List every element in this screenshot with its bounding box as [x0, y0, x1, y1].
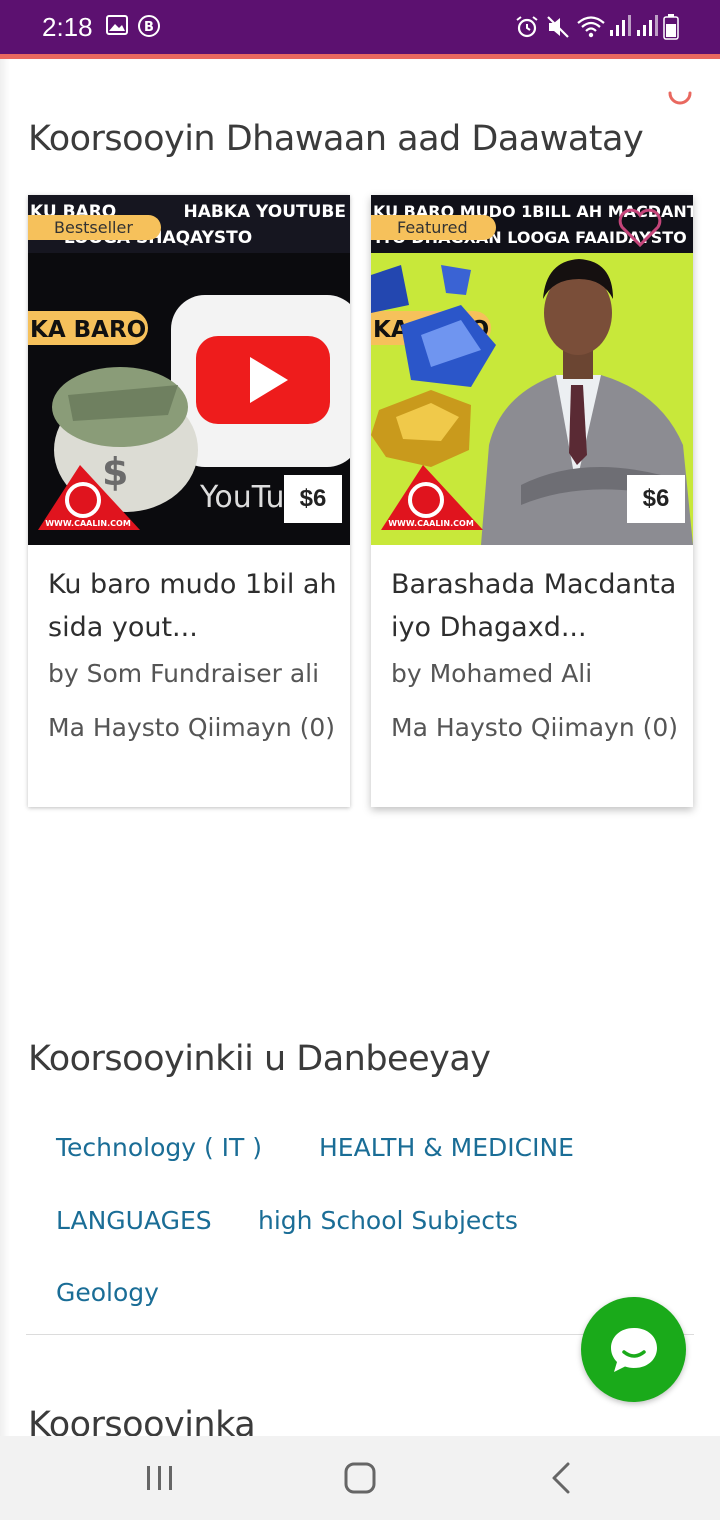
thumb-logo-text: WWW.CAALIN.COM — [45, 519, 131, 528]
b-icon: B — [138, 15, 160, 37]
system-nav-bar — [0, 1436, 720, 1520]
section-title-next: Koorsoovinka — [28, 1405, 256, 1436]
thumb-logo-text: WWW.CAALIN.COM — [388, 519, 474, 528]
status-bar: 2:18 B — [0, 0, 720, 54]
course-author: by Mohamed Ali — [391, 659, 593, 688]
category-link-high-school[interactable]: high School Subjects — [258, 1206, 518, 1235]
loading-spinner-icon — [668, 91, 692, 105]
course-price: $6 — [284, 475, 342, 523]
signal-icon — [610, 15, 631, 36]
course-card[interactable]: KU BARO MUDO 1BILL AH MACDANTA IYO DHAGX… — [371, 195, 693, 807]
mute-icon — [547, 16, 569, 38]
status-time: 2:18 — [42, 12, 93, 42]
course-rating: Ma Haysto Qiimayn (0) — [391, 713, 679, 742]
section-title-categories: Koorsooyinkii u Danbeeyay — [28, 1039, 491, 1079]
category-link-health[interactable]: HEALTH & MEDICINE — [319, 1133, 574, 1162]
wishlist-heart-icon[interactable] — [616, 207, 664, 249]
thumb-brand: YouTu — [199, 480, 285, 515]
course-author: by Som Fundraiser ali — [48, 659, 320, 688]
bestseller-badge: Bestseller — [28, 215, 161, 240]
course-rating: Ma Haysto Qiimayn (0) — [48, 713, 336, 742]
thumb-banner-right: HABKA YOUTUBE — [183, 202, 346, 222]
course-title[interactable]: Barashada Macdanta iyo Dhagaxd... — [391, 563, 681, 649]
course-price: $6 — [627, 475, 685, 523]
svg-text:$: $ — [102, 450, 128, 494]
recents-icon[interactable] — [140, 1460, 180, 1496]
image-icon — [106, 15, 128, 35]
featured-badge: Featured — [371, 215, 496, 240]
svg-text:B: B — [144, 20, 154, 35]
category-link-technology[interactable]: Technology ( IT ) — [56, 1133, 262, 1162]
course-thumbnail[interactable]: KU BARO HABKA YOUTUBE LOOGA SHAQAYSTO KA… — [28, 195, 350, 545]
wifi-icon — [577, 16, 605, 38]
battery-icon — [663, 14, 679, 40]
signal-icon — [637, 15, 658, 36]
course-title[interactable]: Ku baro mudo 1bil ah sida yout... — [48, 563, 338, 649]
alarm-icon — [516, 16, 538, 38]
back-icon[interactable] — [542, 1460, 582, 1496]
scroll-edge — [0, 59, 10, 1436]
category-link-geology[interactable]: Geology — [56, 1278, 159, 1307]
category-link-languages[interactable]: LANGUAGES — [56, 1206, 212, 1235]
chat-button[interactable] — [581, 1297, 686, 1402]
page-content[interactable]: Koorsooyin Dhawaan aad Daawatay KU BARO … — [0, 59, 720, 1436]
chat-bubble-icon — [611, 1328, 657, 1372]
section-title-recent: Koorsooyin Dhawaan aad Daawatay — [28, 119, 644, 159]
thumb-tag: KA BARO — [30, 317, 146, 343]
home-icon[interactable] — [340, 1460, 380, 1496]
course-card[interactable]: KU BARO HABKA YOUTUBE LOOGA SHAQAYSTO KA… — [28, 195, 350, 807]
